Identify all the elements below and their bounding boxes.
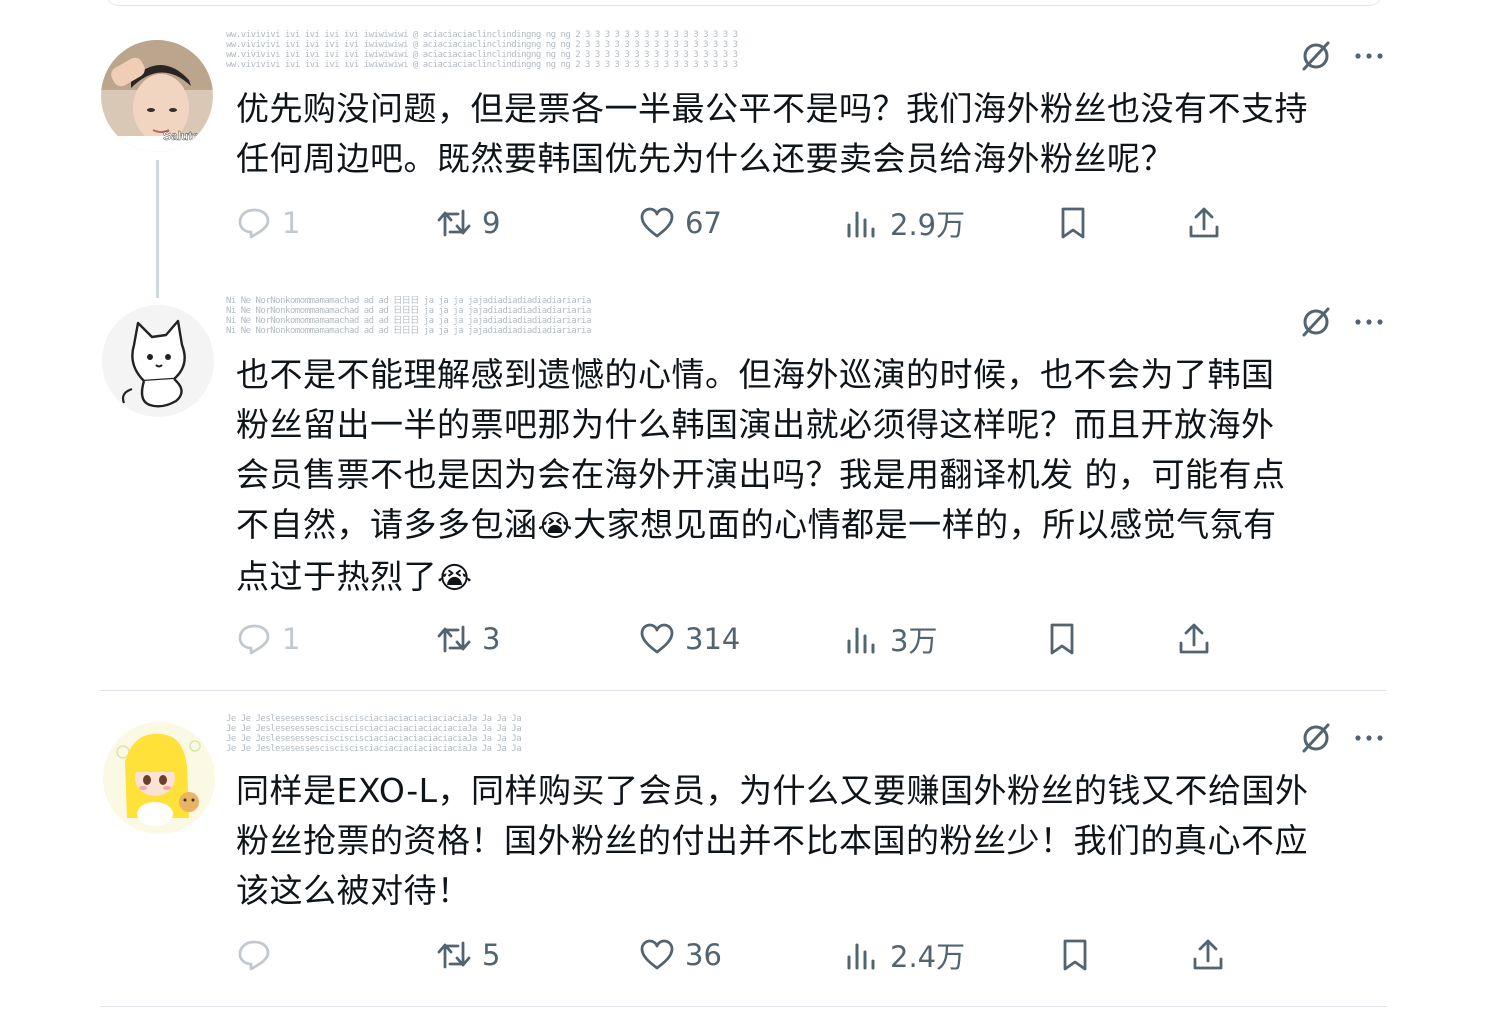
bookmark-icon bbox=[1063, 939, 1087, 971]
like-button[interactable]: 314 bbox=[639, 614, 740, 664]
text-line: 不自然，请多多包涵 bbox=[236, 505, 538, 544]
repost-button[interactable]: 9 bbox=[436, 198, 500, 248]
text-line: 该这么被对待！ bbox=[236, 871, 471, 910]
handle-reply-3[interactable]: Je Je Jeslesesessescisciscisciaciaciacia… bbox=[226, 714, 766, 760]
heart-icon bbox=[640, 623, 674, 654]
divider bbox=[100, 1006, 1387, 1007]
avatar-caption: Salute bbox=[163, 129, 199, 143]
share-icon bbox=[1193, 939, 1223, 970]
repost-count: 3 bbox=[482, 622, 501, 656]
avatar-reply-3[interactable] bbox=[103, 722, 215, 834]
repost-icon bbox=[437, 941, 471, 969]
bookmark-button[interactable] bbox=[1057, 930, 1103, 980]
previous-tweet-card-edge bbox=[105, 0, 1383, 6]
bookmark-icon bbox=[1061, 207, 1085, 239]
views-icon bbox=[847, 627, 875, 654]
more-options-icon[interactable] bbox=[1352, 304, 1386, 340]
text-line: 大家想见面的心情都是一样的，所以感觉气氛有 bbox=[573, 505, 1277, 544]
avatar-reply-1[interactable]: Salute bbox=[101, 40, 213, 152]
views-count: 3万 bbox=[890, 624, 938, 658]
views-icon bbox=[847, 211, 875, 238]
views-button[interactable]: 2.4万 bbox=[844, 930, 965, 980]
repost-icon bbox=[437, 209, 471, 237]
views-count: 2.4万 bbox=[890, 940, 966, 974]
like-count: 314 bbox=[685, 622, 741, 656]
reply-count: 1 bbox=[282, 206, 301, 240]
text-line: 同样是EXO-L，同样购买了会员，为什么又要赚国外粉丝的钱又不给国外 bbox=[236, 771, 1309, 810]
bookmark-button[interactable] bbox=[1044, 614, 1090, 664]
reply-button[interactable] bbox=[236, 930, 282, 980]
like-count: 67 bbox=[685, 206, 722, 240]
text-line: 优先购没问题，但是票各一半最公平不是吗？我们海外粉丝也没有不支持 bbox=[236, 89, 1308, 128]
reply-button[interactable]: 1 bbox=[236, 614, 300, 664]
handle-reply-2[interactable]: Ni Ne NorNonkomommamamachad ad ad 日日日 ja… bbox=[226, 296, 766, 342]
more-options-icon[interactable] bbox=[1352, 38, 1386, 74]
share-icon bbox=[1179, 623, 1209, 654]
share-button[interactable] bbox=[1190, 930, 1236, 980]
handle-reply-1[interactable]: ww.vivivivi ivi ivi ivi ivi iwiwiwiwi @ … bbox=[226, 30, 766, 76]
reply-icon bbox=[238, 624, 270, 655]
heart-icon bbox=[640, 207, 674, 238]
views-button[interactable]: 2.9万 bbox=[844, 198, 965, 248]
share-button[interactable] bbox=[1186, 198, 1232, 248]
action-bar: 1 3 314 3万 bbox=[236, 614, 1236, 664]
like-count: 36 bbox=[685, 938, 722, 972]
divider bbox=[100, 690, 1387, 691]
like-button[interactable]: 36 bbox=[639, 930, 722, 980]
share-button[interactable] bbox=[1176, 614, 1222, 664]
crying-emoji: 😭 bbox=[537, 509, 574, 544]
reply-button[interactable]: 1 bbox=[236, 198, 300, 248]
more-options-icon[interactable] bbox=[1352, 720, 1386, 756]
reply-text: 也不是不能理解感到遗憾的心情。但海外巡演的时候，也不会为了韩国 粉丝留出一半的票… bbox=[236, 350, 1396, 604]
reply-text: 优先购没问题，但是票各一半最公平不是吗？我们海外粉丝也没有不支持 任何周边吧。既… bbox=[236, 84, 1396, 184]
text-line: 粉丝抢票的资格！国外粉丝的付出并不比本国的粉丝少！我们的真心不应 bbox=[236, 821, 1308, 860]
repost-button[interactable]: 3 bbox=[436, 614, 500, 664]
reply-count: 1 bbox=[282, 622, 301, 656]
bookmark-icon bbox=[1050, 623, 1074, 655]
views-count: 2.9万 bbox=[890, 208, 966, 242]
repost-button[interactable]: 5 bbox=[436, 930, 500, 980]
crying-emoji: 😭 bbox=[437, 561, 473, 596]
text-line: 会员售票不也是因为会在海外开演出吗？我是用翻译机发 的，可能有点 bbox=[236, 455, 1286, 494]
thread-connector-line bbox=[156, 160, 159, 298]
avatar-reply-2[interactable] bbox=[102, 305, 214, 417]
views-icon bbox=[847, 943, 875, 970]
text-line: 也不是不能理解感到遗憾的心情。但海外巡演的时候，也不会为了韩国 bbox=[236, 355, 1275, 394]
text-line: 粉丝留出一半的票吧那为什么韩国演出就必须得这样呢？而且开放海外 bbox=[236, 405, 1275, 444]
grok-icon[interactable] bbox=[1298, 38, 1334, 74]
reply-icon bbox=[238, 208, 270, 239]
reply-icon bbox=[238, 940, 270, 971]
text-line: 点过于热烈了 bbox=[236, 557, 437, 596]
grok-icon[interactable] bbox=[1298, 720, 1334, 756]
views-button[interactable]: 3万 bbox=[844, 614, 937, 664]
heart-icon bbox=[640, 939, 674, 970]
reply-text: 同样是EXO-L，同样购买了会员，为什么又要赚国外粉丝的钱又不给国外 粉丝抢票的… bbox=[236, 766, 1396, 916]
share-icon bbox=[1189, 207, 1219, 238]
like-button[interactable]: 67 bbox=[639, 198, 722, 248]
repost-count: 5 bbox=[482, 938, 501, 972]
repost-count: 9 bbox=[482, 206, 501, 240]
grok-icon[interactable] bbox=[1298, 304, 1334, 340]
action-bar: 5 36 2.4万 bbox=[236, 930, 1236, 980]
repost-icon bbox=[437, 625, 471, 653]
action-bar: 1 9 67 2.9万 bbox=[236, 198, 1236, 248]
text-line: 任何周边吧。既然要韩国优先为什么还要卖会员给海外粉丝呢？ bbox=[236, 139, 1174, 178]
bookmark-button[interactable] bbox=[1055, 198, 1101, 248]
